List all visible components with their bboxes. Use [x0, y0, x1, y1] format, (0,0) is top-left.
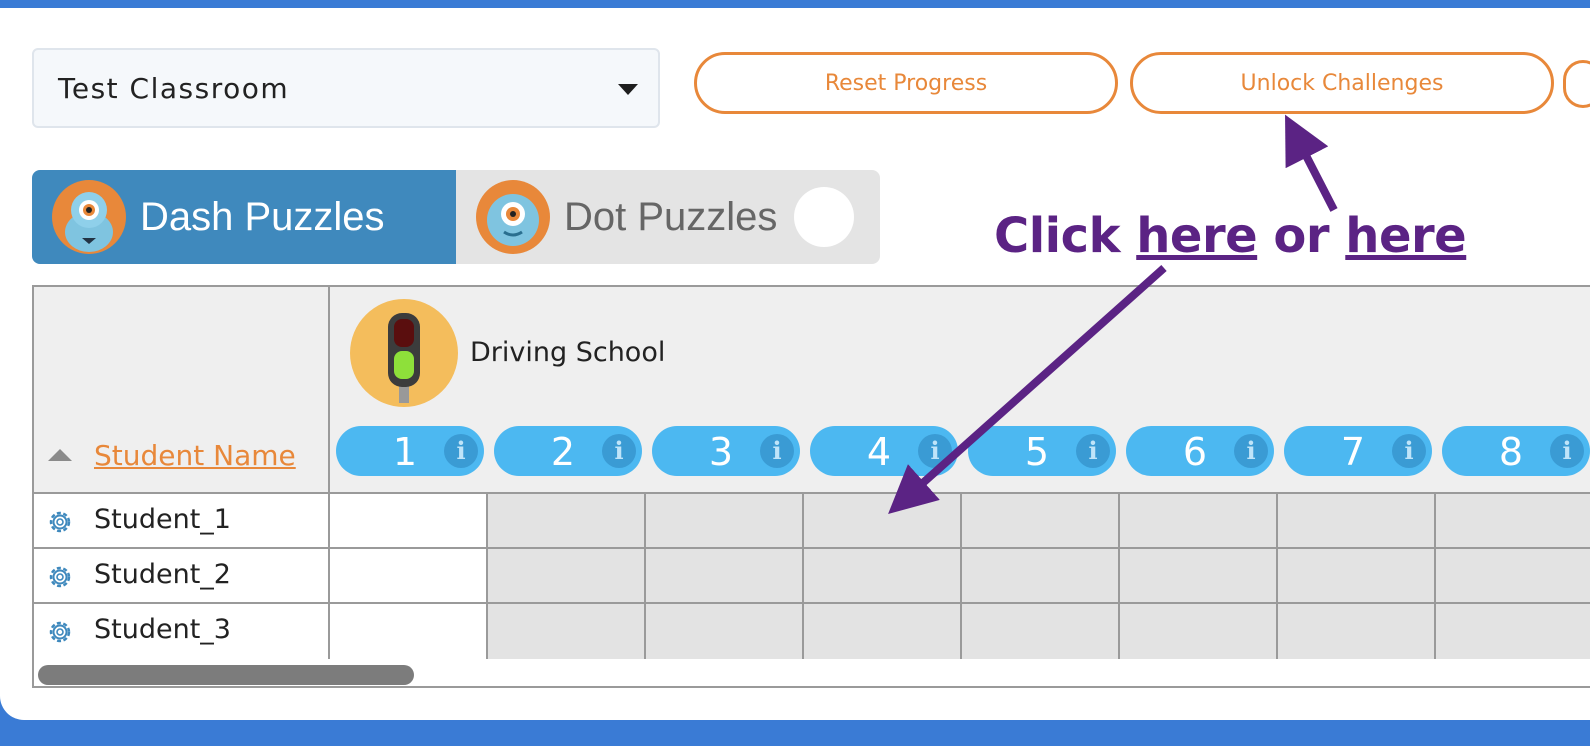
- progress-cell[interactable]: [488, 604, 646, 659]
- progress-cell[interactable]: [330, 549, 488, 604]
- progress-cell[interactable]: [804, 494, 962, 549]
- puzzle-pill-2[interactable]: 2 i: [494, 426, 642, 476]
- puzzle-pill-7[interactable]: 7 i: [1284, 426, 1432, 476]
- student-name[interactable]: Student_3: [94, 614, 231, 645]
- puzzle-pill-5[interactable]: 5 i: [968, 426, 1116, 476]
- student-cell: Student_3: [34, 604, 330, 659]
- classroom-select-value: Test Classroom: [58, 71, 290, 105]
- progress-cell[interactable]: [646, 494, 804, 549]
- tab-dash-puzzles-label: Dash Puzzles: [140, 194, 385, 239]
- gear-icon[interactable]: [46, 508, 74, 536]
- student-name[interactable]: Student_1: [94, 504, 231, 535]
- annotation-here-2: here: [1345, 208, 1467, 264]
- puzzle-pill-6[interactable]: 6 i: [1126, 426, 1274, 476]
- info-icon[interactable]: i: [918, 434, 952, 468]
- classroom-select[interactable]: Test Classroom: [32, 48, 660, 128]
- annotation-here-1: here: [1136, 208, 1258, 264]
- level-title: Driving School: [470, 337, 666, 368]
- table-row: Student_2: [34, 547, 1590, 604]
- progress-cell[interactable]: [330, 494, 488, 549]
- sort-up-icon[interactable]: [48, 449, 72, 461]
- progress-cell[interactable]: [646, 604, 804, 659]
- info-icon[interactable]: i: [760, 434, 794, 468]
- level-header: Driving School 1 i 2 i 3 i 4 i 5 i 6 i 7…: [330, 287, 1590, 494]
- progress-cell[interactable]: [646, 549, 804, 604]
- gear-icon[interactable]: [46, 618, 74, 646]
- info-icon[interactable]: i: [602, 434, 636, 468]
- dashboard-card: Test Classroom Reset Progress Unlock Cha…: [0, 8, 1590, 720]
- progress-cell[interactable]: [330, 604, 488, 659]
- dot-toggle[interactable]: [794, 187, 854, 247]
- student-name[interactable]: Student_2: [94, 559, 231, 590]
- progress-cell[interactable]: [962, 494, 1120, 549]
- progress-cell[interactable]: [804, 604, 962, 659]
- tab-dot-puzzles[interactable]: Dot Puzzles: [456, 170, 880, 264]
- tab-dot-puzzles-label: Dot Puzzles: [564, 194, 778, 239]
- dot-robot-icon: [476, 180, 550, 254]
- progress-cell[interactable]: [1120, 549, 1278, 604]
- progress-cell[interactable]: [962, 549, 1120, 604]
- progress-cell[interactable]: [1278, 604, 1436, 659]
- info-icon[interactable]: i: [1392, 434, 1426, 468]
- puzzle-pill-1[interactable]: 1 i: [336, 426, 484, 476]
- student-cell: Student_1: [34, 494, 330, 549]
- progress-cell[interactable]: [1436, 549, 1590, 604]
- progress-cell[interactable]: [1278, 494, 1436, 549]
- progress-cell[interactable]: [1120, 604, 1278, 659]
- progress-cell[interactable]: [488, 549, 646, 604]
- progress-cell[interactable]: [804, 549, 962, 604]
- progress-cell[interactable]: [1120, 494, 1278, 549]
- table-row: Student_1: [34, 492, 1590, 549]
- unlock-challenges-button[interactable]: Unlock Challenges: [1130, 52, 1554, 114]
- progress-cell[interactable]: [1436, 494, 1590, 549]
- progress-cell[interactable]: [1436, 604, 1590, 659]
- annotation-click: Click: [994, 208, 1121, 264]
- info-icon[interactable]: i: [444, 434, 478, 468]
- annotation-text: Click here or here: [994, 208, 1467, 264]
- puzzle-pill-4[interactable]: 4 i: [810, 426, 958, 476]
- gear-icon[interactable]: [46, 563, 74, 591]
- info-icon[interactable]: i: [1234, 434, 1268, 468]
- puzzle-pill-3[interactable]: 3 i: [652, 426, 800, 476]
- traffic-light-icon: [350, 299, 458, 407]
- table-row: Student_3: [34, 602, 1590, 659]
- student-header-cell: Student Name: [34, 287, 330, 494]
- student-name-sort-link[interactable]: Student Name: [94, 439, 296, 472]
- progress-cell[interactable]: [962, 604, 1120, 659]
- progress-cell[interactable]: [1278, 549, 1436, 604]
- puzzle-pill-8[interactable]: 8 i: [1442, 426, 1590, 476]
- student-cell: Student_2: [34, 549, 330, 604]
- tab-dash-puzzles[interactable]: Dash Puzzles: [32, 170, 456, 264]
- dash-robot-icon: [52, 180, 126, 254]
- reset-progress-button[interactable]: Reset Progress: [694, 52, 1118, 114]
- progress-cell[interactable]: [488, 494, 646, 549]
- info-icon[interactable]: i: [1550, 434, 1584, 468]
- horizontal-scrollbar[interactable]: [38, 665, 414, 685]
- more-button[interactable]: [1563, 60, 1590, 108]
- info-icon[interactable]: i: [1076, 434, 1110, 468]
- annotation-or: or: [1273, 208, 1330, 264]
- progress-grid: Student Name Driving School 1 i 2 i 3 i: [32, 285, 1590, 688]
- chevron-down-icon: [618, 84, 638, 95]
